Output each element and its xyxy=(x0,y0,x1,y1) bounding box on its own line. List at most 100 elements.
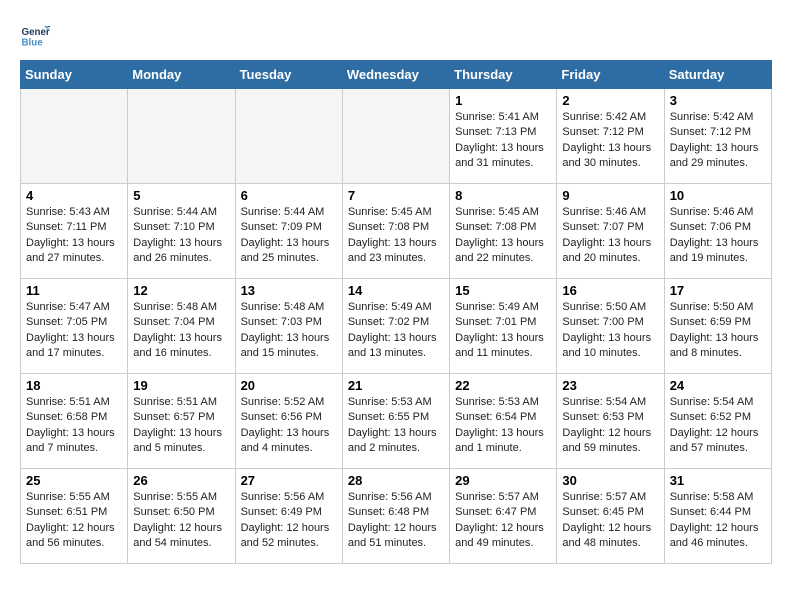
calendar-cell: 27 Sunrise: 5:56 AMSunset: 6:49 PMDayligh… xyxy=(235,469,342,564)
calendar-cell: 23Sunrise: 5:54 AMSunset: 6:53 PMDayligh… xyxy=(557,374,664,469)
day-number: 18 xyxy=(26,378,122,393)
weekday-header-friday: Friday xyxy=(557,61,664,89)
cell-info: Daylight: 12 hours xyxy=(455,521,551,536)
calendar-cell xyxy=(235,89,342,184)
cell-info: and 51 minutes. xyxy=(348,536,444,551)
calendar-cell: 18Sunrise: 5:51 AMSunset: 6:58 PMDayligh… xyxy=(21,374,128,469)
cell-info: Sunset: 7:09 PM xyxy=(241,220,337,235)
cell-info: and 48 minutes. xyxy=(562,536,658,551)
cell-info: Daylight: 13 hours xyxy=(241,331,337,346)
weekday-header-row: SundayMondayTuesdayWednesdayThursdayFrid… xyxy=(21,61,772,89)
day-number: 28 xyxy=(348,473,444,488)
cell-info: Daylight: 12 hours xyxy=(241,521,337,536)
logo-icon: General Blue xyxy=(20,20,50,50)
calendar-cell: 26Sunrise: 5:55 AMSunset: 6:50 PMDayligh… xyxy=(128,469,235,564)
day-number: 22 xyxy=(455,378,551,393)
cell-info: Sunset: 7:00 PM xyxy=(562,315,658,330)
calendar-cell: 11Sunrise: 5:47 AMSunset: 7:05 PMDayligh… xyxy=(21,279,128,374)
cell-info: Sunset: 6:53 PM xyxy=(562,410,658,425)
calendar-cell xyxy=(128,89,235,184)
week-row-3: 11Sunrise: 5:47 AMSunset: 7:05 PMDayligh… xyxy=(21,279,772,374)
cell-info: and 52 minutes. xyxy=(241,536,337,551)
cell-info: Daylight: 13 hours xyxy=(348,236,444,251)
cell-info: Sunrise: 5:43 AM xyxy=(26,205,122,220)
day-number: 25 xyxy=(26,473,122,488)
calendar-cell: 25Sunrise: 5:55 AMSunset: 6:51 PMDayligh… xyxy=(21,469,128,564)
cell-info: and 8 minutes. xyxy=(670,346,766,361)
cell-info: Daylight: 13 hours xyxy=(26,331,122,346)
cell-info: Sunrise: 5:47 AM xyxy=(26,300,122,315)
cell-info: Sunrise: 5:57 AM xyxy=(455,490,551,505)
calendar-cell xyxy=(21,89,128,184)
cell-info: and 11 minutes. xyxy=(455,346,551,361)
cell-info: and 5 minutes. xyxy=(133,441,229,456)
cell-info: Sunrise: 5:41 AM xyxy=(455,110,551,125)
cell-info: Daylight: 13 hours xyxy=(26,426,122,441)
cell-info: and 4 minutes. xyxy=(241,441,337,456)
day-number: 9 xyxy=(562,188,658,203)
cell-info: Sunset: 6:44 PM xyxy=(670,505,766,520)
logo: General Blue xyxy=(20,20,54,50)
cell-info: Sunset: 6:49 PM xyxy=(241,505,337,520)
weekday-header-wednesday: Wednesday xyxy=(342,61,449,89)
day-number: 21 xyxy=(348,378,444,393)
calendar-cell: 19Sunrise: 5:51 AMSunset: 6:57 PMDayligh… xyxy=(128,374,235,469)
cell-info: Sunset: 6:55 PM xyxy=(348,410,444,425)
cell-info: Sunrise: 5:56 AM xyxy=(241,490,337,505)
week-row-5: 25Sunrise: 5:55 AMSunset: 6:51 PMDayligh… xyxy=(21,469,772,564)
calendar-cell: 4Sunrise: 5:43 AMSunset: 7:11 PMDaylight… xyxy=(21,184,128,279)
cell-info: and 20 minutes. xyxy=(562,251,658,266)
day-number: 16 xyxy=(562,283,658,298)
week-row-2: 4Sunrise: 5:43 AMSunset: 7:11 PMDaylight… xyxy=(21,184,772,279)
cell-info: and 19 minutes. xyxy=(670,251,766,266)
cell-info: and 17 minutes. xyxy=(26,346,122,361)
cell-info: Sunset: 7:12 PM xyxy=(562,125,658,140)
day-number: 6 xyxy=(241,188,337,203)
calendar-cell: 3Sunrise: 5:42 AMSunset: 7:12 PMDaylight… xyxy=(664,89,771,184)
weekday-header-saturday: Saturday xyxy=(664,61,771,89)
calendar-cell: 12Sunrise: 5:48 AMSunset: 7:04 PMDayligh… xyxy=(128,279,235,374)
cell-info: and 49 minutes. xyxy=(455,536,551,551)
cell-info: and 56 minutes. xyxy=(26,536,122,551)
day-number: 1 xyxy=(455,93,551,108)
cell-info: Sunset: 7:13 PM xyxy=(455,125,551,140)
cell-info: Sunset: 6:45 PM xyxy=(562,505,658,520)
cell-info: Sunset: 7:07 PM xyxy=(562,220,658,235)
cell-info: Sunrise: 5:45 AM xyxy=(455,205,551,220)
calendar-cell: 9Sunrise: 5:46 AMSunset: 7:07 PMDaylight… xyxy=(557,184,664,279)
cell-info: Sunset: 7:02 PM xyxy=(348,315,444,330)
cell-info: Sunrise: 5:53 AM xyxy=(348,395,444,410)
weekday-header-sunday: Sunday xyxy=(21,61,128,89)
week-row-1: 1Sunrise: 5:41 AMSunset: 7:13 PMDaylight… xyxy=(21,89,772,184)
day-number: 23 xyxy=(562,378,658,393)
day-number: 24 xyxy=(670,378,766,393)
cell-info: Sunrise: 5:52 AM xyxy=(241,395,337,410)
day-number: 10 xyxy=(670,188,766,203)
calendar-cell: 13Sunrise: 5:48 AMSunset: 7:03 PMDayligh… xyxy=(235,279,342,374)
day-number: 11 xyxy=(26,283,122,298)
cell-info: and 46 minutes. xyxy=(670,536,766,551)
svg-text:Blue: Blue xyxy=(22,38,44,49)
day-number: 27 xyxy=(241,473,337,488)
day-number: 26 xyxy=(133,473,229,488)
weekday-header-monday: Monday xyxy=(128,61,235,89)
day-number: 17 xyxy=(670,283,766,298)
cell-info: Daylight: 13 hours xyxy=(455,426,551,441)
day-number: 12 xyxy=(133,283,229,298)
cell-info: Daylight: 13 hours xyxy=(133,236,229,251)
cell-info: and 15 minutes. xyxy=(241,346,337,361)
calendar-cell: 5Sunrise: 5:44 AMSunset: 7:10 PMDaylight… xyxy=(128,184,235,279)
day-number: 2 xyxy=(562,93,658,108)
cell-info: Daylight: 12 hours xyxy=(562,426,658,441)
cell-info: Sunrise: 5:44 AM xyxy=(241,205,337,220)
cell-info: Sunrise: 5:55 AM xyxy=(26,490,122,505)
cell-info: Sunrise: 5:49 AM xyxy=(455,300,551,315)
cell-info: Daylight: 13 hours xyxy=(562,331,658,346)
cell-info: Sunrise: 5:51 AM xyxy=(26,395,122,410)
cell-info: Sunset: 7:08 PM xyxy=(455,220,551,235)
cell-info: Sunrise: 5:56 AM xyxy=(348,490,444,505)
day-number: 31 xyxy=(670,473,766,488)
cell-info: Daylight: 13 hours xyxy=(241,426,337,441)
calendar-cell xyxy=(342,89,449,184)
cell-info: Sunrise: 5:42 AM xyxy=(562,110,658,125)
